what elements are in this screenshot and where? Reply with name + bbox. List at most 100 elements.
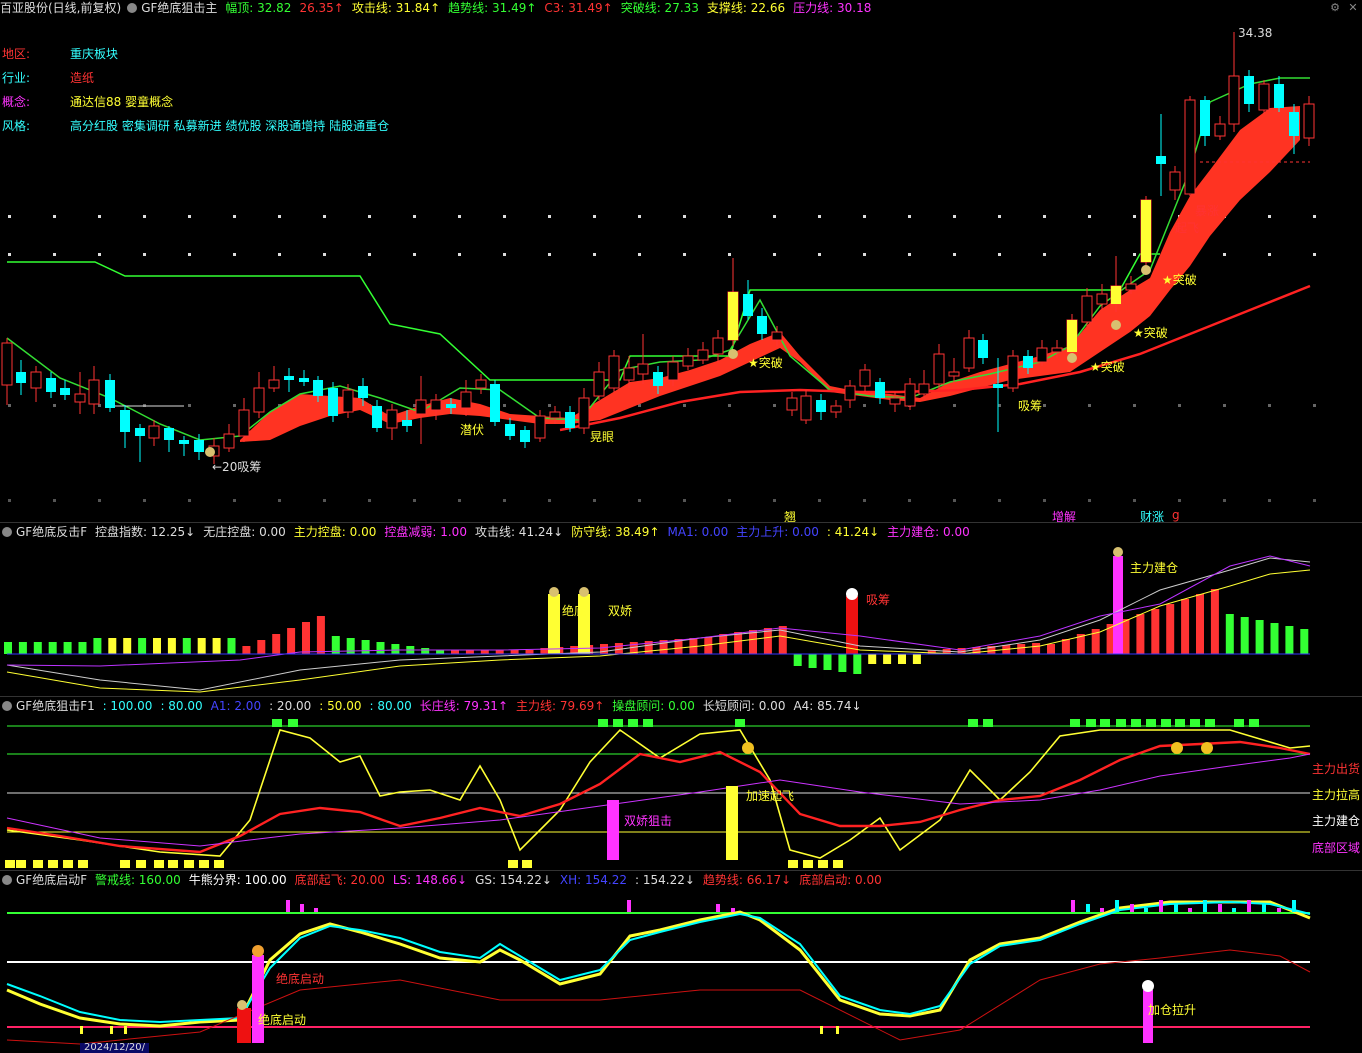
money-bag-icon	[1113, 547, 1123, 557]
tupo-label-4: ★突破	[1162, 273, 1197, 287]
p2-bar	[1300, 629, 1309, 654]
p4-top-tick	[731, 908, 735, 912]
p2-bar	[78, 642, 87, 654]
candle-body	[1007, 355, 1019, 389]
header3-item-3: : 20.00	[269, 699, 312, 713]
grid-dot	[863, 215, 866, 218]
candle-body	[328, 388, 338, 416]
panel4-indicator-name[interactable]: GF绝底启动F	[16, 873, 87, 887]
grid-dot	[908, 253, 911, 256]
candle-body	[253, 387, 265, 413]
grid-dot	[188, 253, 191, 256]
p2-bar	[182, 638, 191, 654]
panel3-header: GF绝底狙击F1 : 100.00: 80.00 A1: 2.00: 20.00:…	[0, 698, 874, 714]
xichou-label-1: ←20吸筹	[212, 460, 262, 474]
grid-dot	[593, 499, 596, 502]
candle-body	[593, 371, 605, 397]
p2-bar	[704, 637, 713, 654]
grid-dot	[413, 499, 416, 502]
smiley-icon	[742, 742, 754, 754]
header3-item-2: A1: 2.00	[210, 699, 262, 713]
p4-bottom-tick	[110, 1026, 113, 1034]
candle-body	[549, 411, 561, 419]
p3-top-marker	[1205, 719, 1215, 727]
grid-dot	[1268, 215, 1271, 218]
panel3-settings-icon[interactable]	[2, 701, 12, 711]
candle-body	[578, 397, 590, 429]
p4-top-tick	[1247, 900, 1251, 912]
p4-bottom-tick	[820, 1026, 823, 1034]
p4-top-tick	[1071, 900, 1075, 912]
grid-dot	[1268, 404, 1271, 407]
header4-item-3: LS: 148.66↓	[392, 873, 468, 887]
tag-4: g	[1172, 508, 1180, 522]
p2-bar	[108, 638, 117, 654]
candle-body	[74, 393, 86, 403]
candle-body	[505, 424, 515, 436]
candle-body	[800, 395, 812, 421]
p3-zone-label-1: 主力拉高	[1311, 788, 1360, 802]
p3-bottom-marker	[508, 860, 518, 868]
grid-dot	[413, 215, 416, 218]
money-bag-icon	[549, 587, 559, 597]
p3-top-marker	[613, 719, 623, 727]
p2-bar	[242, 646, 251, 654]
p3-top-marker	[735, 719, 745, 727]
header3-item-1: : 80.00	[160, 699, 203, 713]
p2-bar	[585, 645, 594, 654]
grid-dot	[458, 499, 461, 502]
candle-body	[1258, 83, 1270, 111]
grid-dot	[638, 253, 641, 256]
grid-dot	[233, 499, 236, 502]
huanyan-label: 晃眼	[590, 430, 615, 444]
grid-dot	[863, 499, 866, 502]
grid-dot	[1133, 215, 1136, 218]
main-candlestick-chart[interactable]	[0, 0, 1362, 520]
p2-bar	[1151, 609, 1160, 654]
candle-body	[757, 316, 767, 334]
p2-bar	[302, 622, 310, 654]
money-bag-icon	[205, 447, 215, 457]
candle-body	[1289, 112, 1299, 136]
grid-dot	[773, 215, 776, 218]
p3-top-marker	[1100, 719, 1110, 727]
panel2-settings-icon[interactable]	[2, 527, 12, 537]
jiancang-signal-bar	[1113, 556, 1123, 654]
p2-bar	[495, 650, 504, 654]
qifei-label: 起飞	[1175, 221, 1200, 235]
grid-dot	[1088, 499, 1091, 502]
p3-bottom-marker	[214, 860, 224, 868]
grid-dot	[98, 253, 101, 256]
p2-bar	[167, 638, 176, 654]
grid-dot	[773, 253, 776, 256]
grid-dot	[1043, 499, 1046, 502]
candle-body	[1, 342, 13, 386]
grid-dot	[1223, 253, 1226, 256]
candle-body	[830, 405, 842, 413]
p3-top-marker	[288, 719, 298, 727]
panel4-settings-icon[interactable]	[2, 875, 12, 885]
grid-dot	[188, 404, 191, 407]
p4-cyan-line	[6, 900, 1311, 1024]
header3-item-4: : 50.00	[319, 699, 362, 713]
p2-bar	[1136, 614, 1145, 654]
candle-body	[667, 361, 679, 381]
tupo-label-2: ★突破	[1090, 360, 1125, 374]
p2-bar	[465, 650, 474, 654]
grid-dot	[953, 253, 956, 256]
p4-top-tick	[1100, 908, 1104, 912]
p2-bar	[644, 641, 653, 654]
panel2-indicator-name[interactable]: GF绝底反击F	[16, 525, 87, 539]
p2-bar	[153, 638, 161, 654]
p2-bar	[614, 643, 623, 654]
candle-body	[904, 383, 916, 407]
grid-dot	[1133, 499, 1136, 502]
panel4-header: GF绝底启动F 警戒线: 160.00 牛熊分界: 100.00 底部起飞: 20.…	[0, 872, 894, 888]
candle-body	[60, 388, 70, 395]
p3-shuangjiao-bar	[607, 800, 619, 860]
panel3-indicator-name[interactable]: GF绝底狙击F1	[16, 699, 95, 713]
p2-bar	[570, 646, 579, 654]
p2-bar	[1076, 634, 1085, 654]
p2-bar	[659, 640, 668, 654]
candle-body	[402, 420, 412, 426]
